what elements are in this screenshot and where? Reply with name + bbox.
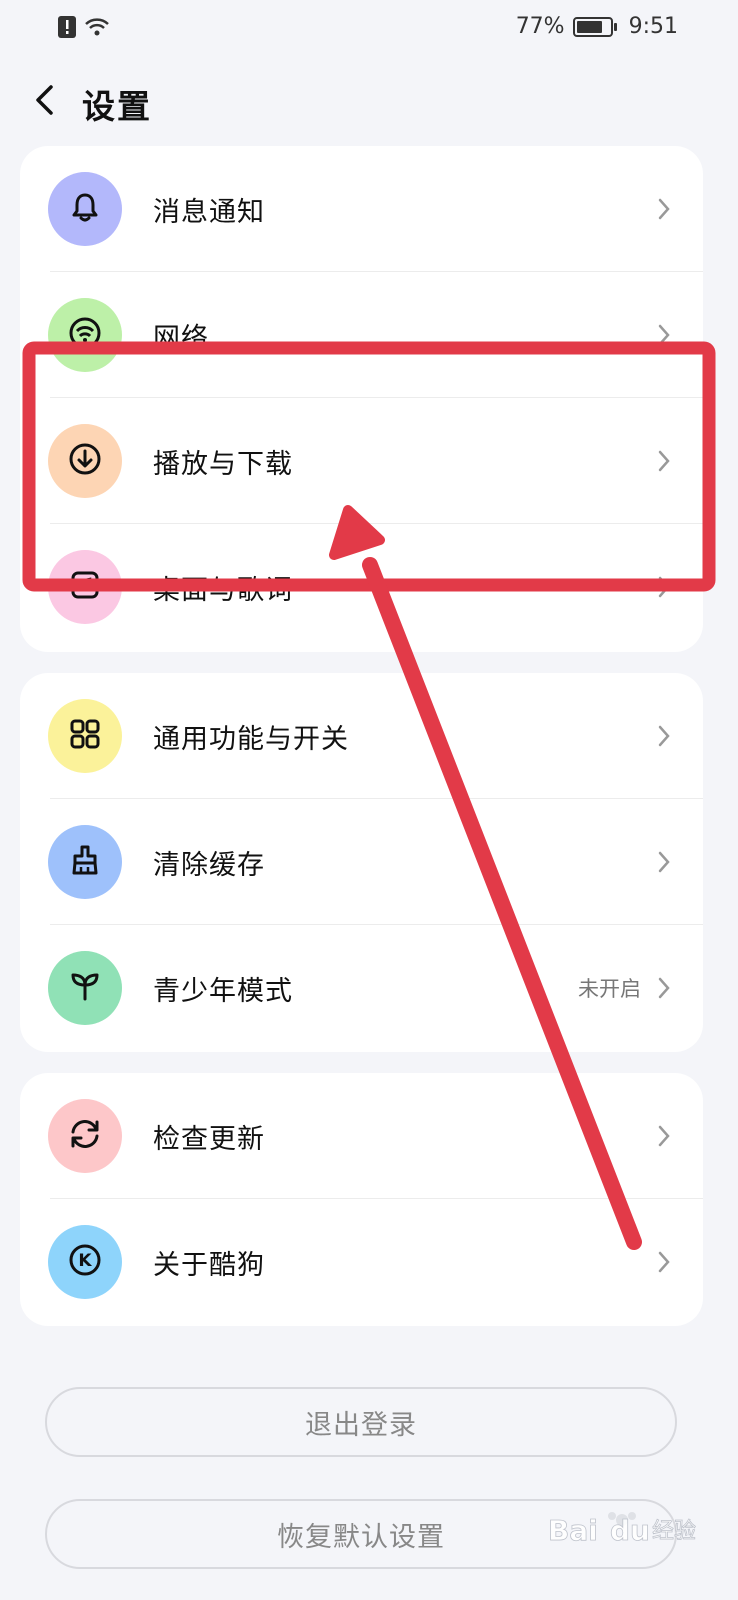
settings-item-teen-mode[interactable]: 青少年模式 未开启 bbox=[20, 925, 703, 1051]
cache-icon-bg bbox=[48, 825, 122, 899]
header: 设置 bbox=[0, 70, 738, 134]
settings-item-about[interactable]: K 关于酷狗 bbox=[20, 1199, 703, 1325]
settings-item-notifications[interactable]: 消息通知 bbox=[20, 146, 703, 272]
chevron-left-icon bbox=[34, 84, 54, 120]
settings-group-3: 检查更新 K 关于酷狗 bbox=[20, 1073, 703, 1326]
chevron-right-icon bbox=[658, 324, 670, 346]
svg-text:K: K bbox=[78, 1251, 92, 1271]
lyrics-icon-bg bbox=[48, 550, 122, 624]
settings-item-label: 清除缓存 bbox=[153, 849, 265, 881]
settings-item-label: 桌面与歌词 bbox=[153, 574, 293, 606]
settings-item-check-update[interactable]: 检查更新 bbox=[20, 1073, 703, 1199]
svg-text:du: du bbox=[610, 1514, 650, 1547]
settings-item-playback-download[interactable]: 播放与下载 bbox=[20, 398, 703, 524]
settings-item-label: 通用功能与开关 bbox=[153, 723, 349, 755]
clock: 9:51 bbox=[628, 14, 678, 39]
settings-group-1: 消息通知 网络 播放与下载 桌面与歌词 bbox=[20, 146, 703, 652]
lyrics-icon bbox=[68, 568, 102, 606]
download-icon bbox=[67, 441, 103, 481]
chevron-right-icon bbox=[658, 725, 670, 747]
wifi-icon bbox=[68, 316, 102, 354]
logout-button[interactable]: 退出登录 bbox=[45, 1387, 677, 1457]
settings-item-network[interactable]: 网络 bbox=[20, 272, 703, 398]
chevron-right-icon bbox=[658, 851, 670, 873]
baidu-watermark: Bai du 经验 bbox=[548, 1506, 698, 1566]
settings-item-label: 青少年模式 bbox=[153, 975, 293, 1007]
teen-icon-bg bbox=[48, 951, 122, 1025]
settings-item-label: 播放与下载 bbox=[153, 448, 293, 480]
grid-icon bbox=[68, 717, 102, 755]
playback-icon-bg bbox=[48, 424, 122, 498]
network-icon-bg bbox=[48, 298, 122, 372]
bell-icon bbox=[68, 190, 102, 228]
update-icon-bg bbox=[48, 1099, 122, 1173]
settings-item-label: 检查更新 bbox=[153, 1123, 265, 1155]
settings-item-clear-cache[interactable]: 清除缓存 bbox=[20, 799, 703, 925]
chevron-right-icon bbox=[658, 450, 670, 472]
refresh-icon bbox=[67, 1116, 103, 1156]
svg-text:经验: 经验 bbox=[652, 1519, 696, 1544]
settings-item-label: 消息通知 bbox=[153, 196, 265, 228]
battery-fill bbox=[576, 20, 602, 33]
notifications-icon-bg bbox=[48, 172, 122, 246]
page-title: 设置 bbox=[82, 87, 152, 126]
chevron-right-icon bbox=[658, 198, 670, 220]
status-bar: 77% 9:51 bbox=[0, 0, 738, 56]
settings-item-desktop-lyrics[interactable]: 桌面与歌词 bbox=[20, 524, 703, 650]
battery-percent: 77% bbox=[515, 14, 565, 39]
settings-item-label: 网络 bbox=[153, 322, 209, 354]
settings-item-general[interactable]: 通用功能与开关 bbox=[20, 673, 703, 799]
settings-item-label: 关于酷狗 bbox=[153, 1249, 265, 1281]
back-button[interactable] bbox=[24, 78, 64, 126]
general-icon-bg bbox=[48, 699, 122, 773]
chevron-right-icon bbox=[658, 1251, 670, 1273]
about-icon-bg: K bbox=[48, 1225, 122, 1299]
wifi-icon bbox=[84, 16, 110, 42]
sprout-icon bbox=[68, 969, 102, 1007]
alert-icon bbox=[58, 16, 76, 42]
chevron-right-icon bbox=[658, 977, 670, 999]
svg-text:Bai: Bai bbox=[548, 1514, 598, 1547]
chevron-right-icon bbox=[658, 1125, 670, 1147]
settings-group-2: 通用功能与开关 清除缓存 青少年模式 未开启 bbox=[20, 673, 703, 1052]
chevron-right-icon bbox=[658, 576, 670, 598]
teen-mode-status: 未开启 bbox=[578, 977, 641, 1001]
kugou-logo-icon: K bbox=[68, 1243, 102, 1281]
battery-icon bbox=[572, 16, 617, 37]
broom-icon bbox=[68, 843, 102, 881]
